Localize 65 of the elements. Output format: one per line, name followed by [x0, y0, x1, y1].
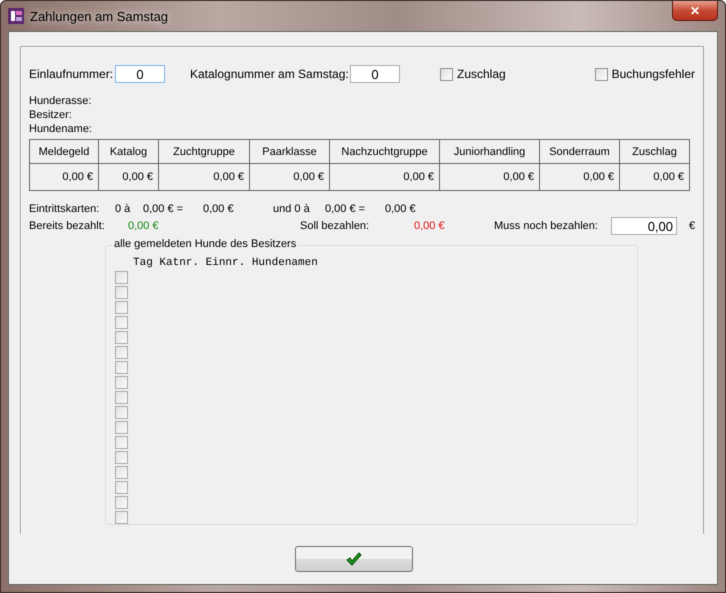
tickets-label: Eintrittskarten:	[29, 203, 100, 215]
dog-checkbox[interactable]	[115, 316, 128, 329]
owed-field[interactable]: 0,00	[611, 217, 677, 235]
window-title: Zahlungen am Samstag	[30, 8, 168, 24]
info-label: Besitzer:	[29, 109, 73, 121]
table-cell: 0,00 €	[250, 164, 330, 191]
due-label: Soll bezahlen:	[300, 220, 370, 232]
column-header: Katalog	[99, 140, 159, 164]
info-label: Hundename:	[29, 123, 93, 135]
dog-checkbox[interactable]	[115, 436, 128, 449]
dog-checkbox[interactable]	[115, 391, 128, 404]
info-label: Hunderasse:	[29, 95, 92, 107]
checkbox[interactable]	[440, 68, 453, 80]
group-title: alle gemeldeten Hunde des Besitzers	[112, 238, 298, 250]
checkbox-label: Buchungsfehler	[612, 67, 695, 81]
dog-checkbox[interactable]	[115, 406, 128, 419]
field-label: Katalognummer am Samstag:	[190, 67, 350, 81]
dog-checkbox[interactable]	[115, 331, 128, 344]
close-button[interactable]: ✕	[672, 1, 718, 21]
column-header: Sonderraum	[540, 140, 620, 164]
app-icon	[8, 8, 24, 24]
list-header: Tag Katnr. Einnr. Hundenamen	[132, 257, 318, 269]
dog-checkbox[interactable]	[115, 361, 128, 374]
due-amount: 0,00 €	[414, 220, 446, 232]
input-field[interactable]: 0	[350, 65, 400, 83]
dog-checkbox[interactable]	[115, 511, 128, 524]
dog-checkbox[interactable]	[115, 451, 128, 464]
table-cell: 0,00 €	[440, 164, 540, 191]
column-header: Nachzuchtgruppe	[330, 140, 440, 164]
checkbox-label: Zuschlag	[457, 67, 506, 81]
dog-checkbox[interactable]	[115, 496, 128, 509]
column-header: Zuschlag	[620, 140, 690, 164]
table-cell: 0,00 €	[620, 164, 690, 191]
ticket-sum: 0,00 €	[385, 203, 417, 215]
column-header: Juniorhandling	[440, 140, 540, 164]
dog-checkbox[interactable]	[115, 421, 128, 434]
dog-checkbox[interactable]	[115, 346, 128, 359]
checkmark-icon	[346, 552, 362, 566]
column-header: Paarklasse	[250, 140, 330, 164]
ok-button[interactable]	[294, 546, 412, 572]
dog-checkbox[interactable]	[115, 301, 128, 314]
input-field[interactable]: 0	[115, 65, 165, 83]
checkbox[interactable]	[594, 68, 608, 80]
paid-amount: 0,00 €	[128, 220, 160, 232]
paid-label: Bereits bezahlt:	[29, 220, 106, 232]
column-header: Zuchtgruppe	[159, 140, 250, 164]
table-cell: 0,00 €	[99, 164, 159, 191]
field-label: Einlaufnummer:	[29, 67, 114, 81]
owed-label: Muss noch bezahlen:	[494, 220, 599, 232]
dog-checkbox[interactable]	[115, 286, 128, 299]
dog-checkbox[interactable]	[115, 271, 128, 284]
currency-label: €	[688, 220, 696, 232]
table-cell: 0,00 €	[159, 164, 250, 191]
dog-checkbox[interactable]	[115, 481, 128, 494]
table-cell: 0,00 €	[330, 164, 440, 191]
ticket-price: 0,00 € =	[325, 203, 366, 215]
dog-checkbox[interactable]	[115, 376, 128, 389]
ticket-sum: 0,00 €	[203, 203, 235, 215]
dog-checkbox[interactable]	[115, 466, 128, 479]
column-header: Meldegeld	[30, 140, 99, 164]
table-cell: 0,00 €	[30, 164, 99, 191]
ticket-count: und 0 à	[273, 203, 311, 215]
ticket-count: 0 à	[115, 203, 132, 215]
table-cell: 0,00 €	[540, 164, 620, 191]
ticket-price: 0,00 € =	[143, 203, 184, 215]
